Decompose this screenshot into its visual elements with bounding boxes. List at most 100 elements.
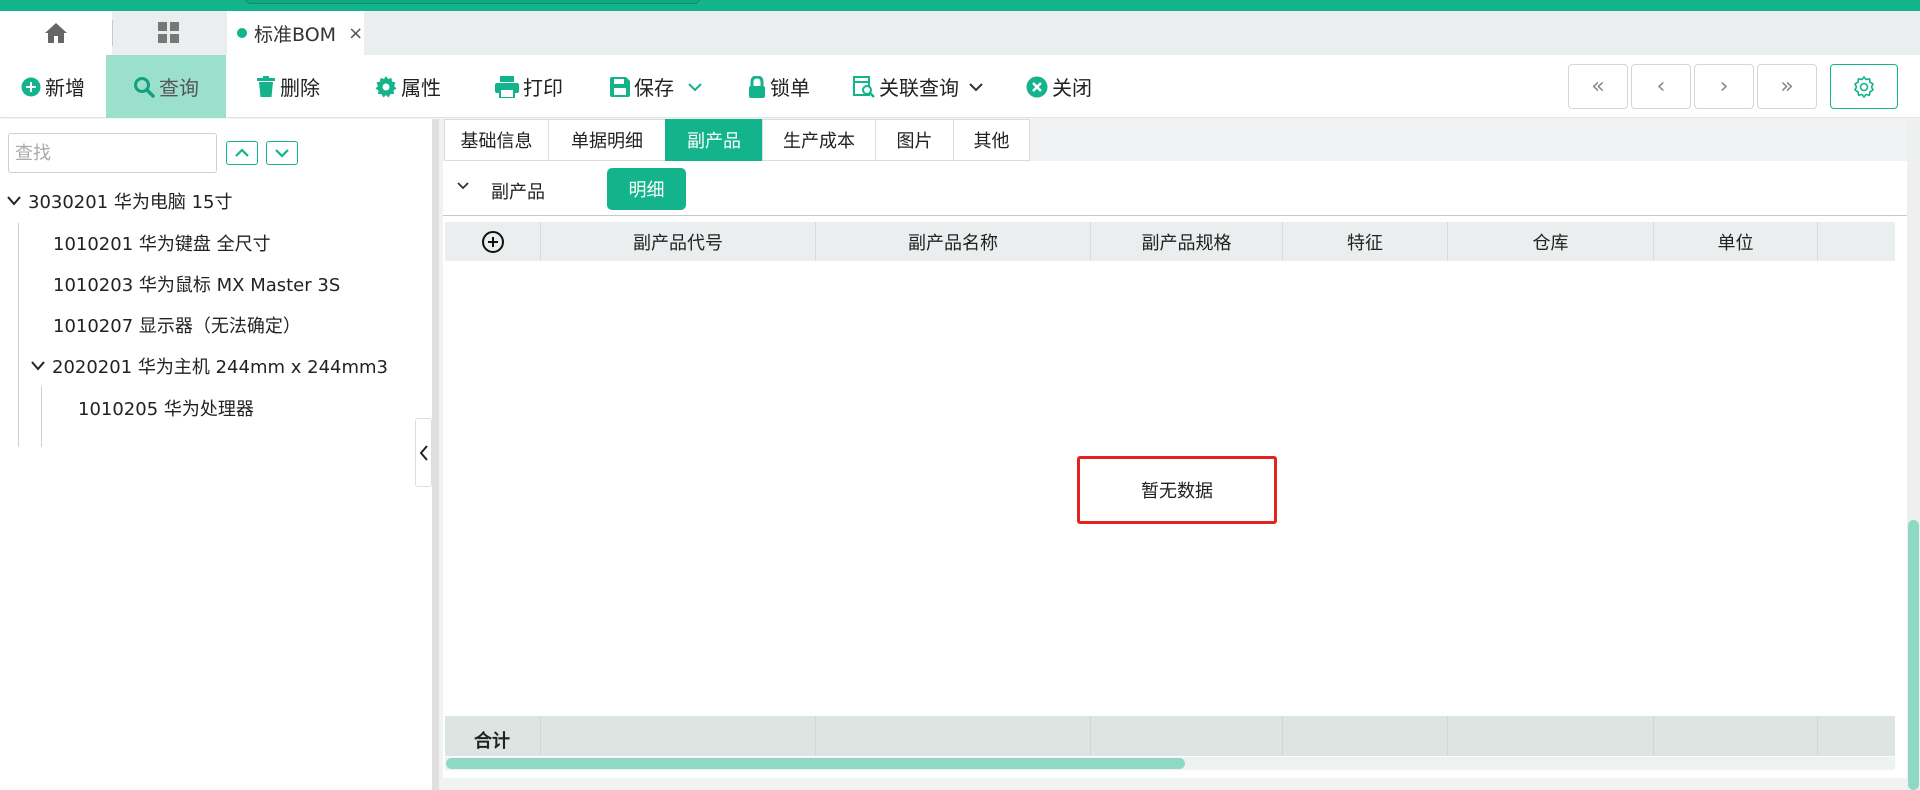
tab-label: 基础信息 bbox=[460, 131, 533, 152]
grid-icon bbox=[158, 22, 179, 43]
footer-cell bbox=[816, 716, 1091, 756]
print-label: 打印 bbox=[523, 76, 563, 100]
next-record-button[interactable]: › bbox=[1694, 64, 1754, 109]
detail-tabs: 基础信息 单据明细 副产品 生产成本 图片 其他 bbox=[444, 119, 1030, 161]
delete-button[interactable]: 删除 bbox=[256, 55, 320, 118]
column-header[interactable]: 单位 bbox=[1654, 222, 1818, 261]
related-query-button[interactable]: 关联查询 bbox=[853, 55, 987, 118]
column-header[interactable]: 副产品规格 bbox=[1091, 222, 1283, 261]
chevron-down-icon[interactable] bbox=[688, 82, 702, 92]
query-button[interactable]: 查询 bbox=[106, 55, 226, 118]
footer-cell bbox=[541, 716, 816, 756]
tree-node-label: 1010201 华为键盘 全尺寸 bbox=[53, 234, 271, 255]
tree-node-label: 2020201 华为主机 244mm x 244mm3 bbox=[52, 357, 389, 378]
print-button[interactable]: 打印 bbox=[495, 55, 563, 118]
tab-production-cost[interactable]: 生产成本 bbox=[762, 119, 875, 161]
top-accent-bar bbox=[0, 0, 1920, 11]
tree-node-label: 1010207 显示器（无法确定） bbox=[53, 316, 301, 337]
footer-cell bbox=[1654, 716, 1818, 756]
tree-node[interactable]: 3030201 华为电脑 15寸 bbox=[6, 188, 233, 214]
chevron-down-icon[interactable] bbox=[455, 180, 471, 192]
tree-node[interactable]: 1010201 华为键盘 全尺寸 bbox=[53, 230, 271, 256]
settings-button[interactable] bbox=[1830, 64, 1898, 109]
vertical-scroll-thumb[interactable] bbox=[1908, 520, 1919, 790]
tree-search-input[interactable] bbox=[8, 133, 217, 173]
lock-label: 锁单 bbox=[770, 76, 810, 100]
tab-basic-info[interactable]: 基础信息 bbox=[444, 119, 548, 161]
tab-home[interactable] bbox=[0, 11, 112, 55]
new-button[interactable]: 新增 bbox=[21, 55, 85, 118]
new-label: 新增 bbox=[45, 76, 85, 100]
chevron-left-icon bbox=[419, 444, 428, 461]
tree-guide-line bbox=[18, 223, 19, 447]
search-up-button[interactable] bbox=[226, 141, 258, 165]
tab-apps[interactable] bbox=[113, 11, 225, 55]
tree-node-label: 1010203 华为鼠标 MX Master 3S bbox=[53, 275, 341, 296]
column-header[interactable]: 副产品代号 bbox=[541, 222, 816, 261]
tree-node[interactable]: 1010205 华为处理器 bbox=[78, 395, 254, 421]
empty-text: 暂无数据 bbox=[1141, 481, 1213, 502]
column-header[interactable]: 副产品名称 bbox=[816, 222, 1091, 261]
double-chevron-right-icon: » bbox=[1780, 74, 1794, 99]
detail-button[interactable]: 明细 bbox=[607, 168, 686, 210]
pane-splitter[interactable] bbox=[432, 119, 439, 790]
tab-images[interactable]: 图片 bbox=[875, 119, 953, 161]
tab-byproduct[interactable]: 副产品 bbox=[665, 119, 762, 161]
chevron-down-icon[interactable] bbox=[6, 195, 22, 207]
save-label: 保存 bbox=[634, 76, 674, 100]
tab-label: 图片 bbox=[896, 131, 933, 152]
tab-document-detail[interactable]: 单据明细 bbox=[548, 119, 665, 161]
search-down-button[interactable] bbox=[266, 141, 298, 165]
chevron-down-icon[interactable] bbox=[30, 360, 46, 372]
footer-cell bbox=[1448, 716, 1654, 756]
document-search-icon bbox=[853, 75, 875, 98]
empty-state: 暂无数据 bbox=[1077, 456, 1277, 524]
top-search-pill[interactable] bbox=[245, 0, 700, 4]
tab-bar: 标准BOM × bbox=[0, 11, 1920, 55]
lock-button[interactable]: 锁单 bbox=[748, 55, 810, 118]
grid-header: 副产品代号 副产品名称 副产品规格 特征 仓库 单位 bbox=[445, 222, 1895, 261]
tab-label: 单据明细 bbox=[571, 131, 643, 152]
column-header[interactable]: 特征 bbox=[1283, 222, 1448, 261]
properties-button[interactable]: 属性 bbox=[375, 55, 441, 118]
tree-pane: 3030201 华为电脑 15寸 1010201 华为键盘 全尺寸 101020… bbox=[0, 119, 432, 790]
tab-title: 标准BOM bbox=[254, 23, 337, 46]
chevron-right-icon: › bbox=[1719, 74, 1729, 99]
tab-label: 其他 bbox=[973, 131, 1010, 152]
add-row-cell[interactable] bbox=[445, 222, 541, 261]
column-header[interactable]: 仓库 bbox=[1448, 222, 1654, 261]
close-button[interactable]: 关闭 bbox=[1026, 55, 1092, 118]
printer-icon bbox=[495, 75, 519, 98]
footer-cell bbox=[1091, 716, 1283, 756]
chevron-down-icon bbox=[275, 149, 289, 158]
tree-node-label: 1010205 华为处理器 bbox=[78, 399, 254, 420]
first-record-button[interactable]: « bbox=[1568, 64, 1628, 109]
toolbar: 新增 查询 删除 属性 打印 保存 锁单 关联查询 关闭 « ‹ › » bbox=[0, 55, 1920, 118]
chevron-down-icon[interactable] bbox=[969, 82, 983, 92]
collapse-pane-handle[interactable] bbox=[415, 418, 432, 487]
horizontal-scroll-thumb[interactable] bbox=[446, 758, 1185, 769]
last-record-button[interactable]: » bbox=[1757, 64, 1817, 109]
tree-node[interactable]: 1010207 显示器（无法确定） bbox=[53, 312, 301, 338]
footer-cell bbox=[1283, 716, 1448, 756]
add-circle-icon[interactable] bbox=[481, 230, 505, 254]
close-label: 关闭 bbox=[1052, 76, 1092, 100]
plus-circle-icon bbox=[21, 77, 41, 96]
chevron-up-icon bbox=[235, 148, 249, 157]
double-chevron-left-icon: « bbox=[1591, 74, 1605, 99]
search-icon bbox=[134, 76, 155, 98]
save-button[interactable]: 保存 bbox=[610, 55, 706, 118]
tab-other[interactable]: 其他 bbox=[953, 119, 1030, 161]
tree-guide-line bbox=[41, 386, 42, 447]
tree-node-label: 3030201 华为电脑 15寸 bbox=[28, 192, 233, 213]
tree-node[interactable]: 1010203 华为鼠标 MX Master 3S bbox=[53, 271, 340, 297]
tree-node[interactable]: 2020201 华为主机 244mm x 244mm3 bbox=[30, 353, 388, 379]
close-icon[interactable]: × bbox=[348, 23, 363, 44]
lock-icon bbox=[749, 75, 765, 98]
tab-standard-bom[interactable]: 标准BOM × bbox=[227, 11, 364, 55]
related-query-label: 关联查询 bbox=[879, 76, 959, 100]
prev-record-button[interactable]: ‹ bbox=[1631, 64, 1691, 109]
home-icon bbox=[45, 23, 67, 43]
total-label: 合计 bbox=[474, 731, 510, 752]
query-label: 查询 bbox=[159, 76, 199, 100]
